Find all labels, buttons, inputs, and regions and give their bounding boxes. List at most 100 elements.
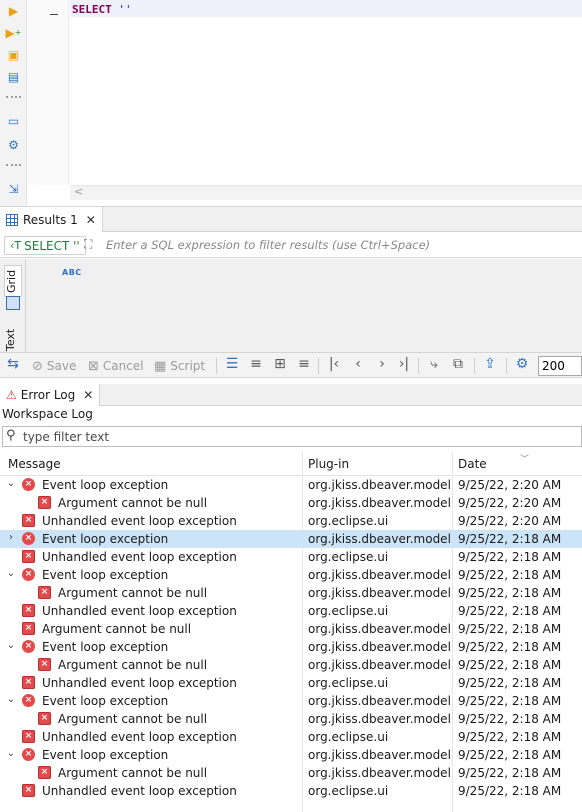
tab-grid[interactable]: Grid bbox=[4, 265, 22, 297]
execute-statement-icon[interactable]: ▶ bbox=[5, 2, 22, 19]
table-row[interactable]: × Argument cannot be null org.jkiss.dbeave… bbox=[0, 620, 582, 638]
editor-gutter bbox=[27, 0, 69, 185]
error-icon: × bbox=[22, 730, 35, 743]
table-row[interactable]: × Argument cannot be null org.jkiss.dbeave… bbox=[0, 494, 582, 512]
fetch-all-icon[interactable]: ⧉ bbox=[450, 356, 466, 372]
delete-row-icon[interactable]: ≡ bbox=[296, 356, 312, 372]
previous-icon[interactable]: ‹ bbox=[350, 356, 366, 372]
table-row[interactable]: × Argument cannot be null org.jkiss.dbeave… bbox=[0, 710, 582, 728]
execute-in-new-tab-icon[interactable]: ▶ + bbox=[5, 24, 22, 41]
log-message: Argument cannot be null bbox=[58, 586, 208, 600]
scroll-left-arrow[interactable]: < bbox=[74, 185, 83, 198]
last-page-icon[interactable]: ›| bbox=[396, 356, 412, 372]
table-row[interactable]: × Unhandled event loop exception org.eclip… bbox=[0, 728, 582, 746]
log-date: 9/25/22, 2:20 AM bbox=[458, 478, 562, 492]
table-row[interactable]: × Unhandled event loop exception org.eclip… bbox=[0, 512, 582, 530]
export-data-icon[interactable]: ⇪ bbox=[482, 356, 498, 372]
error-icon: × bbox=[22, 604, 35, 617]
table-row[interactable]: ⌄ × Event loop exception org.jkiss.dbeaver.… bbox=[0, 566, 582, 584]
script-icon: ▦ bbox=[154, 358, 167, 374]
table-row[interactable]: × Unhandled event loop exception org.eclip… bbox=[0, 674, 582, 692]
table-row[interactable]: × Argument cannot be null org.jkiss.dbeave… bbox=[0, 584, 582, 602]
log-plugin: org.jkiss.dbeaver.model bbox=[308, 478, 451, 492]
table-row[interactable]: × Unhandled event loop exception org.eclip… bbox=[0, 548, 582, 566]
error-icon: × bbox=[22, 640, 35, 653]
collapse-chevron-icon[interactable]: ⌄ bbox=[6, 694, 16, 705]
terminal-icon[interactable]: ▭ bbox=[5, 112, 22, 129]
execute-script-new-tab-icon[interactable]: ▤ bbox=[5, 68, 22, 85]
settings-gear-icon[interactable]: ⚙ bbox=[5, 136, 22, 153]
tab-text[interactable]: Text bbox=[4, 327, 22, 353]
filter-expand-icon[interactable]: ⛶ bbox=[84, 237, 92, 252]
grid-view-icon[interactable] bbox=[6, 296, 20, 310]
log-date: 9/25/22, 2:18 AM bbox=[458, 694, 562, 708]
log-plugin: org.jkiss.dbeaver.model bbox=[308, 586, 451, 600]
collapse-chevron-icon[interactable]: ⌄ bbox=[6, 568, 16, 579]
log-date: 9/25/22, 2:18 AM bbox=[458, 586, 562, 600]
error-log-tab-bar: ⚠ Error Log ✕ bbox=[0, 384, 582, 406]
copy-row-icon[interactable]: ⊞ bbox=[272, 356, 288, 372]
log-message: Unhandled event loop exception bbox=[42, 514, 237, 528]
toolbar-separator bbox=[474, 358, 475, 374]
table-row[interactable]: ⌄ × Event loop exception org.jkiss.dbeaver.… bbox=[0, 692, 582, 710]
column-header-message[interactable]: Message bbox=[8, 457, 61, 471]
fetch-next-icon[interactable]: ⤷ bbox=[426, 356, 442, 372]
log-filter-field[interactable]: ⚲ bbox=[2, 426, 582, 447]
query-icon: ‹T bbox=[10, 239, 22, 252]
settings-gear-icon[interactable]: ⚙ bbox=[514, 356, 530, 372]
error-icon: × bbox=[22, 676, 35, 689]
filter-panel-icon[interactable]: ⇆ bbox=[5, 356, 21, 372]
log-message: Argument cannot be null bbox=[58, 712, 208, 726]
table-row[interactable]: › × Event loop exception org.jkiss.dbeaver.… bbox=[0, 530, 582, 548]
cancel-button[interactable]: ⊠ Cancel bbox=[88, 357, 144, 375]
sql-statement[interactable]: SELECT '' bbox=[72, 3, 132, 16]
log-title: Workspace Log bbox=[2, 407, 93, 421]
log-message: Event loop exception bbox=[42, 532, 169, 546]
sort-descending-icon: ﹀ bbox=[520, 455, 530, 465]
editor-horizontal-scrollbar[interactable]: < bbox=[70, 185, 582, 200]
sql-editor[interactable] bbox=[70, 0, 582, 185]
table-row[interactable]: × Argument cannot be null org.jkiss.dbeave… bbox=[0, 656, 582, 674]
first-page-icon[interactable]: |‹ bbox=[326, 356, 342, 372]
add-row-icon[interactable]: ≡ bbox=[248, 356, 264, 372]
log-date: 9/25/22, 2:18 AM bbox=[458, 622, 562, 636]
active-query-label[interactable]: ‹T SELECT '' bbox=[4, 236, 86, 255]
log-plugin: org.eclipse.ui bbox=[308, 676, 389, 690]
table-row[interactable]: × Argument cannot be null org.jkiss.dbeave… bbox=[0, 764, 582, 782]
tab-results-1[interactable]: Results 1 ✕ bbox=[0, 207, 103, 232]
table-row[interactable]: ⌄ × Event loop exception org.jkiss.dbeaver.… bbox=[0, 746, 582, 764]
results-grid-area[interactable] bbox=[0, 259, 582, 352]
script-button[interactable]: ▦ Script bbox=[154, 357, 205, 375]
table-row[interactable]: × Unhandled event loop exception org.eclip… bbox=[0, 602, 582, 620]
edit-row-icon[interactable]: ☰ bbox=[224, 356, 240, 372]
export-icon[interactable]: ⇲ bbox=[5, 180, 22, 197]
next-icon[interactable]: › bbox=[374, 356, 390, 372]
save-button[interactable]: ⊘ Save bbox=[32, 357, 76, 375]
table-row[interactable]: ⌄ × Event loop exception org.jkiss.dbeaver.… bbox=[0, 638, 582, 656]
table-row[interactable]: ⌄ × Event loop exception org.jkiss.dbeaver.… bbox=[0, 476, 582, 494]
log-date: 9/25/22, 2:18 AM bbox=[458, 712, 562, 726]
collapse-chevron-icon[interactable]: ⌄ bbox=[6, 478, 16, 489]
log-plugin: org.jkiss.dbeaver.model bbox=[308, 712, 451, 726]
execute-script-icon[interactable]: ▣ bbox=[5, 46, 22, 63]
collapse-chevron-icon[interactable]: ⌄ bbox=[6, 748, 16, 759]
toolbar-separator bbox=[418, 358, 419, 374]
error-icon: × bbox=[22, 748, 35, 761]
table-row[interactable]: × Unhandled event loop exception org.eclip… bbox=[0, 782, 582, 800]
fetch-size-input[interactable] bbox=[538, 356, 582, 376]
log-filter-input[interactable] bbox=[21, 428, 561, 445]
close-icon[interactable]: ✕ bbox=[83, 388, 93, 402]
cancel-x-icon: ⊠ bbox=[88, 358, 99, 374]
tab-error-log[interactable]: ⚠ Error Log ✕ bbox=[0, 384, 101, 406]
error-icon: × bbox=[38, 496, 51, 509]
toolbar-separator bbox=[6, 96, 21, 100]
log-date: 9/25/22, 2:18 AM bbox=[458, 748, 562, 762]
error-icon: × bbox=[22, 514, 35, 527]
column-header-plugin[interactable]: Plug-in bbox=[308, 457, 349, 471]
collapse-chevron-icon[interactable]: ⌄ bbox=[6, 640, 16, 651]
expand-chevron-icon[interactable]: › bbox=[6, 532, 16, 543]
close-icon[interactable]: ✕ bbox=[86, 213, 96, 227]
column-header-date[interactable]: Date bbox=[458, 457, 487, 471]
filter-expression-input[interactable] bbox=[104, 235, 574, 255]
log-plugin: org.jkiss.dbeaver.model bbox=[308, 496, 451, 510]
